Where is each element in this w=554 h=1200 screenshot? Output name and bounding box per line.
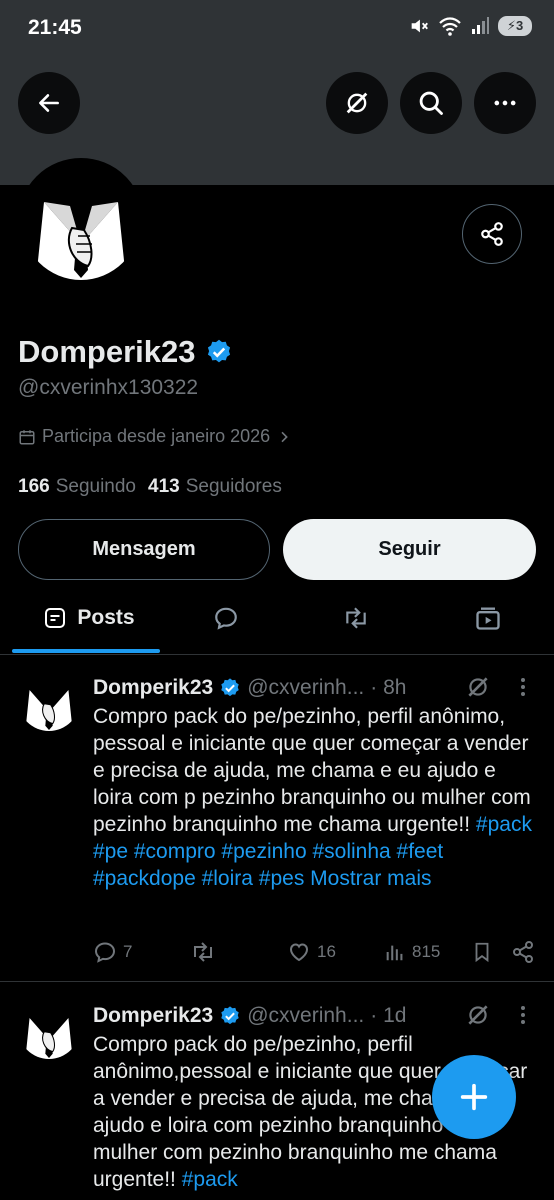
followers-label: Seguidores [185,476,282,497]
post-author-handle[interactable]: @cxverinh... [247,676,364,700]
posts-icon [45,608,66,628]
calendar-icon [19,429,35,444]
grok-button[interactable] [326,72,388,134]
verified-badge-icon [221,678,239,697]
following-count: 166 [18,476,50,497]
followers-count: 413 [148,476,180,497]
mute-icon [411,19,428,33]
repost-icon [346,607,366,629]
more-vertical-icon[interactable] [513,1002,533,1028]
active-tab-indicator [12,649,160,653]
following-label: Seguindo [55,476,136,497]
joined-text: Participa desde janeiro 2026 [42,426,271,446]
verified-badge-icon [221,1006,239,1025]
follow-button[interactable]: Seguir [283,519,536,580]
suit-logo-icon [18,997,80,1059]
share-profile-button[interactable] [462,204,522,264]
share-post-button[interactable] [511,940,535,964]
profile-avatar[interactable] [18,158,144,284]
view-count: 815 [412,942,441,961]
more-horizontal-icon [494,100,516,106]
suit-logo-icon [18,669,80,731]
heart-icon [289,943,309,962]
status-time: 21:45 [28,16,82,39]
reply-count: 7 [123,942,133,961]
views-button[interactable]: 815 [384,940,440,964]
battery-indicator: ⚡3 [498,16,532,36]
views-chart-icon [386,945,403,961]
post-avatar[interactable] [18,669,80,731]
tab-posts[interactable]: Posts [18,592,160,644]
wifi-icon [439,17,461,36]
post-timestamp[interactable]: · 1d [370,1004,406,1028]
grok-icon[interactable] [465,1002,491,1028]
verified-badge-icon[interactable] [205,338,233,366]
plus-icon [460,1083,488,1111]
post[interactable]: Domperik23 @cxverinh... · 8h Compro pack… [0,655,554,982]
share-icon [481,222,503,246]
post-author-name[interactable]: Domperik23 [93,1004,213,1028]
signal-icon [472,17,489,34]
followers-link[interactable]: 413 Seguidores [148,476,282,498]
search-icon [419,91,443,115]
joined-date[interactable]: Participa desde janeiro 2026 [18,426,292,447]
profile-handle: @cxverinhx130322 [18,376,199,399]
share-icon [513,941,533,963]
follow-stats: 166 Seguindo 413 Seguidores [18,476,282,498]
grok-icon [346,92,368,114]
chevron-right-icon [281,431,288,442]
show-more-link[interactable]: Mostrar mais [304,867,431,890]
post-timestamp[interactable]: · 8h [370,676,406,700]
tab-reposts[interactable] [326,592,386,644]
profile-tabs: Posts [0,592,554,654]
arrow-left-icon [39,94,59,112]
grok-icon[interactable] [465,674,491,700]
tab-media[interactable] [458,592,518,644]
tab-replies[interactable] [196,592,256,644]
reply-icon [94,942,116,963]
media-icon [476,607,500,630]
reply-bubble-icon [215,607,237,630]
post-body: Compro pack do pe/pezinho, perfil anônim… [93,705,531,836]
repost-button[interactable] [190,940,222,964]
bookmark-icon [475,942,489,963]
display-name: Domperik23 [18,334,196,369]
post-actions: 7 16 815 [93,940,538,968]
more-vertical-icon[interactable] [513,674,533,700]
like-count: 16 [317,942,336,961]
compose-post-button[interactable] [432,1055,516,1139]
more-button[interactable] [474,72,536,134]
display-name-row: Domperik23 [18,334,233,370]
post-avatar[interactable] [18,997,80,1059]
battery-level: 3 [515,18,524,33]
reply-button[interactable]: 7 [93,940,132,964]
message-button[interactable]: Mensagem [18,519,270,580]
bookmark-button[interactable] [471,940,493,964]
post-text[interactable]: Compro pack do pe/pezinho, perfil anônim… [93,703,538,892]
repost-icon [194,942,212,962]
suit-logo-icon [22,162,140,280]
like-button[interactable]: 16 [287,940,336,964]
search-button[interactable] [400,72,462,134]
back-button[interactable] [18,72,80,134]
post-author-name[interactable]: Domperik23 [93,676,213,700]
post-hashtags[interactable]: #pack [182,1168,238,1191]
tab-posts-label: Posts [77,606,135,629]
following-link[interactable]: 166 Seguindo [18,476,136,498]
status-bar: 21:45 ⚡3 [0,0,554,56]
post-author-handle[interactable]: @cxverinh... [247,1004,364,1028]
status-icons: ⚡3 [408,15,532,37]
